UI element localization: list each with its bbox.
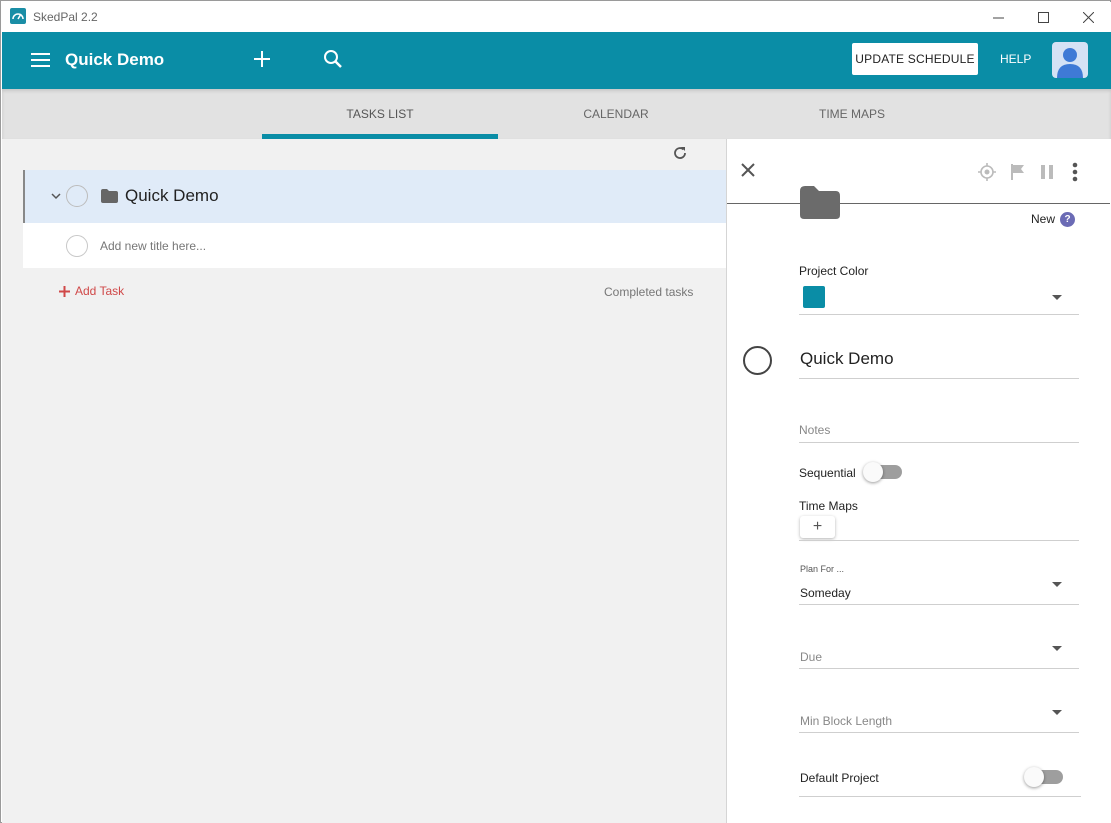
search-icon[interactable] [323, 49, 343, 74]
dropdown-arrow-icon[interactable] [1052, 582, 1062, 587]
app-header: Quick Demo UPDATE SCHEDULE HELP [2, 32, 1111, 89]
close-icon[interactable] [741, 163, 755, 182]
sequential-label: Sequential [799, 466, 856, 480]
add-icon[interactable] [253, 50, 271, 73]
new-task-row[interactable]: Add new title here... [23, 223, 726, 268]
page-title: Quick Demo [65, 50, 165, 69]
plan-for-underline [799, 604, 1079, 605]
default-project-toggle[interactable] [1024, 767, 1063, 787]
project-details-panel: New ? Project Color Quick Demo Notes Seq… [726, 139, 1111, 823]
plan-for-select[interactable]: Someday [800, 586, 851, 600]
add-task-label: Add Task [75, 284, 125, 298]
min-block-underline [799, 732, 1079, 733]
project-color-label: Project Color [799, 264, 869, 278]
folder-icon [101, 189, 118, 208]
tab-tasks-list[interactable]: TASKS LIST [262, 89, 498, 139]
project-color-swatch[interactable] [803, 286, 825, 308]
completed-tasks-link[interactable]: Completed tasks [604, 285, 693, 299]
update-schedule-button[interactable]: UPDATE SCHEDULE [852, 43, 978, 75]
dropdown-arrow-icon[interactable] [1052, 646, 1062, 651]
new-task-input[interactable]: Add new title here... [100, 239, 206, 253]
sequential-toggle[interactable] [863, 462, 902, 482]
help-button[interactable]: HELP [1000, 52, 1031, 66]
min-block-length-select[interactable]: Min Block Length [800, 714, 892, 728]
app-logo-icon [10, 8, 26, 24]
header-divider [727, 203, 1110, 204]
add-task-button[interactable]: Add Task [59, 284, 124, 298]
notes-field[interactable]: Notes [799, 423, 830, 437]
new-task-checkbox [66, 235, 88, 257]
tasks-list-panel: Quick Demo Add new title here... Add Tas… [2, 139, 726, 823]
toggle-knob [1024, 767, 1044, 787]
default-project-underline [799, 796, 1081, 797]
window-maximize-button[interactable] [1020, 2, 1066, 32]
project-name[interactable]: Quick Demo [125, 186, 219, 206]
project-row[interactable]: Quick Demo [23, 170, 726, 223]
more-vert-icon[interactable] [1072, 162, 1078, 187]
tab-time-maps[interactable]: TIME MAPS [734, 89, 970, 139]
plus-icon [59, 285, 70, 297]
project-complete-toggle[interactable] [743, 346, 772, 375]
dropdown-arrow-icon[interactable] [1052, 710, 1062, 715]
time-maps-underline [799, 540, 1079, 541]
flag-icon[interactable] [1010, 164, 1026, 185]
help-icon[interactable]: ? [1060, 212, 1075, 227]
window-close-button[interactable] [1065, 2, 1111, 32]
status-label: New [1031, 212, 1056, 226]
title-underline [799, 378, 1079, 379]
time-maps-label: Time Maps [799, 499, 858, 513]
dropdown-arrow-icon[interactable] [1052, 295, 1062, 300]
due-underline [799, 668, 1079, 669]
folder-icon [800, 186, 840, 224]
add-time-map-button[interactable]: + [800, 516, 835, 538]
window-minimize-button[interactable] [975, 2, 1021, 32]
project-color-underline [799, 314, 1079, 315]
toggle-knob [863, 462, 883, 482]
target-icon[interactable] [978, 163, 996, 186]
pause-icon[interactable] [1040, 164, 1054, 185]
menu-icon[interactable] [31, 52, 51, 73]
tab-bar: TASKS LIST CALENDAR TIME MAPS [2, 89, 1111, 139]
plan-for-label: Plan For ... [800, 564, 845, 574]
app-window: SkedPal 2.2 Quick Demo UPDATE SCHEDULE H… [0, 0, 1111, 823]
tab-calendar[interactable]: CALENDAR [498, 89, 734, 139]
window-title: SkedPal 2.2 [33, 10, 98, 24]
project-complete-checkbox[interactable] [66, 185, 88, 207]
default-project-label: Default Project [800, 771, 879, 785]
chevron-down-icon[interactable] [50, 189, 62, 207]
due-select[interactable]: Due [800, 650, 822, 664]
project-title-input[interactable]: Quick Demo [800, 349, 894, 369]
notes-underline [799, 442, 1079, 443]
window-titlebar: SkedPal 2.2 [2, 2, 1111, 32]
refresh-icon[interactable] [672, 145, 688, 166]
user-avatar-icon[interactable] [1052, 42, 1088, 78]
